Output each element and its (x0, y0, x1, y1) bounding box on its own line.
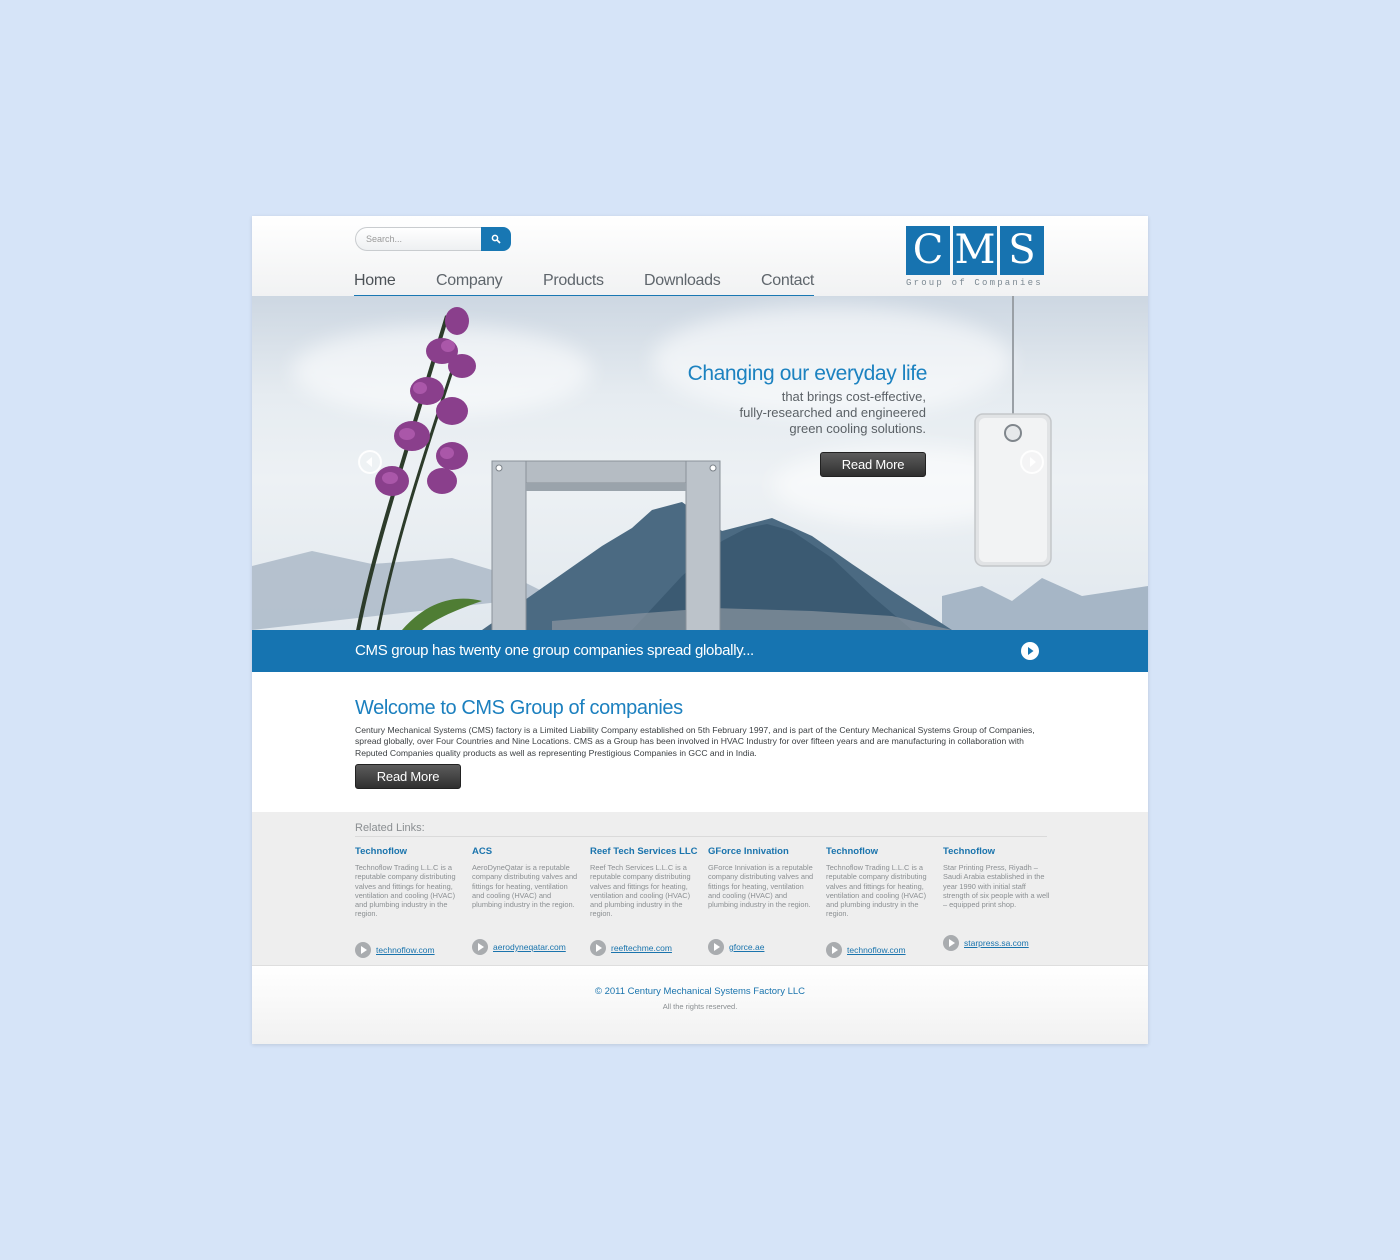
hero-title: Changing our everyday life (687, 362, 928, 385)
company-link[interactable]: starpress.sa.com (943, 935, 1029, 951)
arrow-circle-icon (590, 940, 606, 956)
info-banner: CMS group has twenty one group companies… (252, 630, 1148, 672)
chevron-right-icon (1030, 457, 1036, 467)
company-link[interactable]: technoflow.com (355, 942, 435, 958)
company-description: AeroDyneQatar is a reputable company dis… (472, 863, 578, 910)
hero-illustration (252, 296, 1148, 630)
cms-logo[interactable]: C M S Group of Companies (906, 226, 1044, 292)
related-link-card: ACS AeroDyneQatar is a reputable company… (472, 846, 580, 955)
welcome-body: Century Mechanical Systems (CMS) factory… (355, 725, 1035, 758)
hero-subtitle-line: fully-researched and engineered (739, 405, 926, 420)
company-link[interactable]: reeftechme.com (590, 940, 672, 956)
company-url[interactable]: starpress.sa.com (964, 938, 1029, 948)
logo-letter: S (1000, 226, 1044, 275)
banner-text: CMS group has twenty one group companies… (355, 642, 754, 659)
footer-rights: All the rights reserved. (662, 1002, 738, 1011)
slider-next-button[interactable] (1020, 450, 1044, 474)
arrow-circle-icon (943, 935, 959, 951)
search-icon (491, 234, 501, 244)
company-link[interactable]: technoflow.com (826, 942, 906, 958)
hero-subtitle-line: that brings cost-effective, (781, 389, 926, 404)
company-link[interactable]: aerodyneqatar.com (472, 939, 566, 955)
company-description: Reef Tech Services L.L.C is a reputable … (590, 863, 691, 919)
play-icon (1028, 647, 1034, 655)
company-name: Technoflow (943, 846, 996, 857)
arrow-circle-icon (472, 939, 488, 955)
company-description: Technoflow Trading L.L.C is a reputable … (355, 863, 456, 919)
logo-letter: M (953, 226, 997, 275)
welcome-read-more-button[interactable]: Read More (355, 764, 461, 789)
related-links-section: Related Links: Technoflow Technoflow Tra… (252, 812, 1148, 965)
logo-tagline: Group of Companies (906, 278, 1043, 288)
divider (355, 836, 1047, 837)
arrow-circle-icon (708, 939, 724, 955)
hero-read-more-button[interactable]: Read More (820, 452, 926, 477)
related-link-card: Technoflow Technoflow Trading L.L.C is a… (355, 846, 463, 958)
company-url[interactable]: reeftechme.com (611, 943, 672, 953)
welcome-title: Welcome to CMS Group of companies (355, 697, 683, 719)
company-description: Technoflow Trading L.L.C is a reputable … (826, 863, 927, 919)
related-link-card: Technoflow Technoflow Trading L.L.C is a… (826, 846, 934, 958)
search-bar (355, 227, 511, 251)
company-name: Technoflow (355, 846, 408, 857)
hero-subtitle-line: green cooling solutions. (789, 421, 926, 436)
company-description: GForce Innivation is a reputable company… (708, 863, 814, 910)
company-url[interactable]: technoflow.com (847, 945, 906, 955)
arrow-circle-icon (826, 942, 842, 958)
site-header: Home Company Products Downloads Contact … (252, 216, 1148, 296)
hero-slider: Changing our everyday life that brings c… (252, 296, 1148, 630)
related-link-card: Technoflow Star Printing Press, Riyadh –… (943, 846, 1051, 951)
related-links-title: Related Links: (355, 822, 425, 834)
company-description: Star Printing Press, Riyadh – Saudi Arab… (943, 863, 1050, 910)
arrow-circle-icon (355, 942, 371, 958)
nav-home[interactable]: Home (354, 272, 396, 290)
slider-prev-button[interactable] (358, 450, 382, 474)
nav-contact[interactable]: Contact (761, 272, 814, 290)
company-url[interactable]: aerodyneqatar.com (493, 942, 566, 952)
website-page: Home Company Products Downloads Contact … (252, 216, 1148, 1044)
nav-company[interactable]: Company (436, 272, 503, 290)
related-link-card: Reef Tech Services LLC Reef Tech Service… (590, 846, 698, 956)
related-link-card: GForce Innivation GForce Innivation is a… (708, 846, 816, 955)
search-input[interactable] (355, 227, 487, 251)
nav-products[interactable]: Products (543, 272, 604, 290)
site-footer: © 2011 Century Mechanical Systems Factor… (252, 965, 1148, 1044)
company-name: Technoflow (826, 846, 879, 857)
company-url[interactable]: gforce.ae (729, 942, 764, 952)
company-name: ACS (472, 846, 493, 857)
chevron-left-icon (366, 457, 372, 467)
company-url[interactable]: technoflow.com (376, 945, 435, 955)
company-name: Reef Tech Services LLC (590, 846, 698, 857)
footer-copyright: © 2011 Century Mechanical Systems Factor… (594, 986, 806, 997)
search-button[interactable] (481, 227, 511, 251)
main-nav: Home Company Products Downloads Contact (354, 272, 814, 296)
banner-next-button[interactable] (1021, 642, 1039, 660)
company-name: GForce Innivation (708, 846, 789, 857)
company-link[interactable]: gforce.ae (708, 939, 764, 955)
nav-downloads[interactable]: Downloads (644, 272, 721, 290)
logo-letter: C (906, 226, 950, 275)
